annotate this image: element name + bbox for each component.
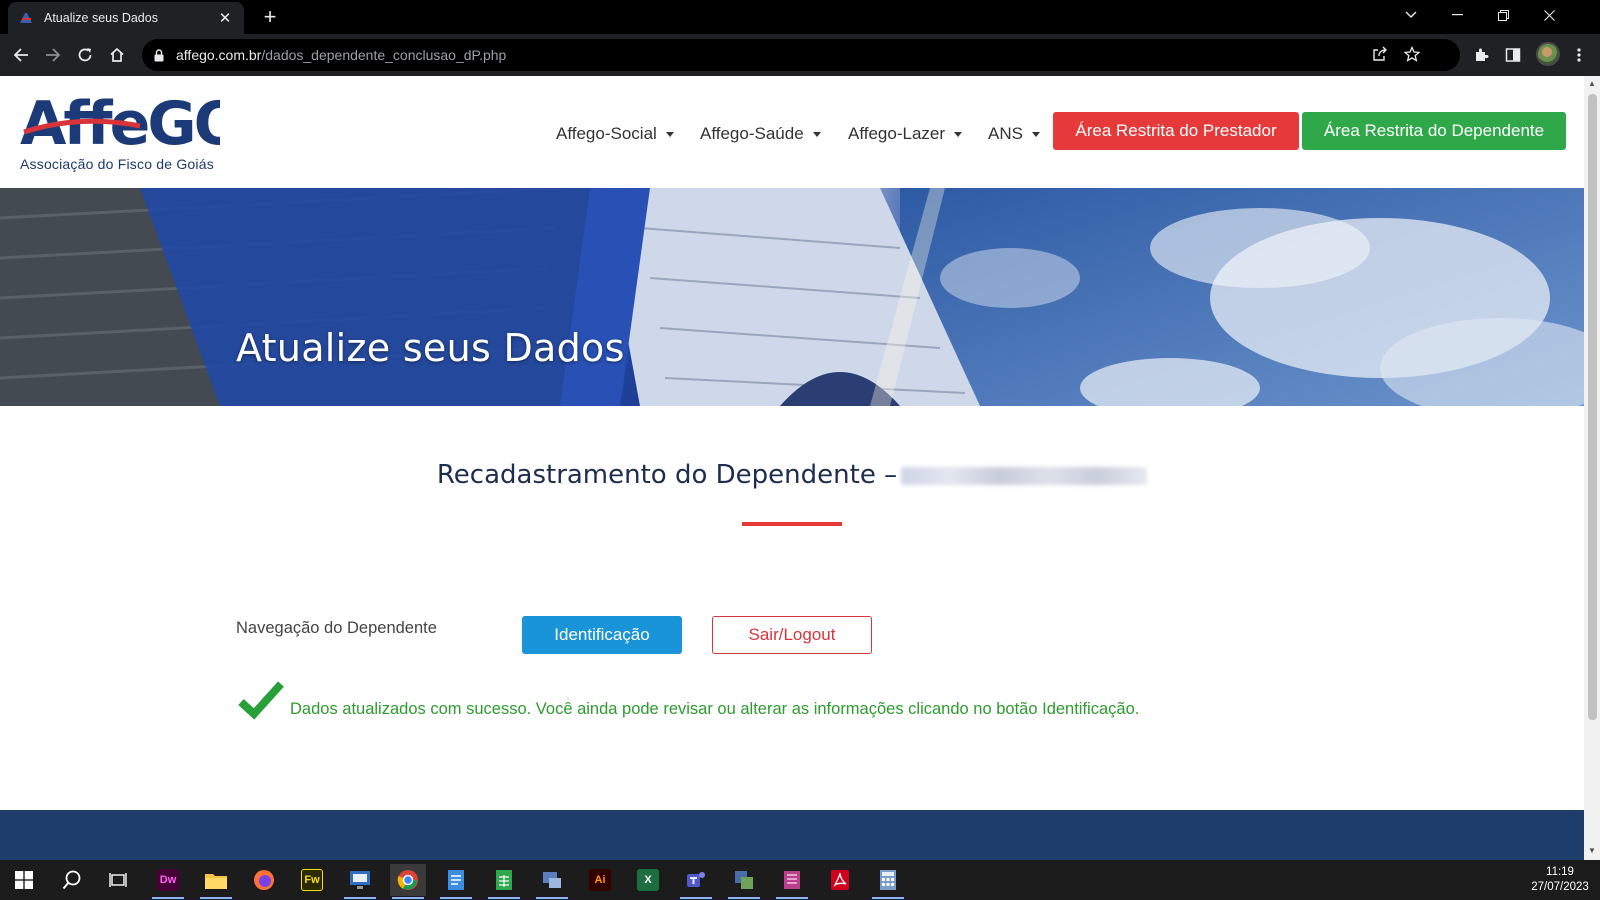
profile-avatar[interactable]	[1536, 42, 1560, 66]
running-indicator	[344, 897, 376, 899]
running-indicator	[200, 897, 232, 899]
tab-title: Atualize seus Dados	[44, 11, 158, 25]
section-title: Recadastramento do Dependente –	[0, 460, 1584, 490]
web-page: AffeGO Associação do Fisco de Goiás Affe…	[0, 76, 1584, 860]
extensions-icon[interactable]	[1470, 44, 1492, 66]
close-window-icon[interactable]	[1526, 0, 1572, 30]
redacted-name	[901, 466, 1148, 485]
acrobat-icon[interactable]	[822, 864, 858, 896]
menu-label: Affego-Saúde	[700, 124, 804, 143]
area-restrita-prestador-button[interactable]: Área Restrita do Prestador	[1053, 112, 1299, 150]
menu-label: ANS	[988, 124, 1023, 143]
share-icon[interactable]	[1372, 46, 1390, 64]
running-indicator	[152, 897, 184, 899]
dreamweaver-glyph: Dw	[157, 869, 179, 891]
firefox-icon[interactable]	[246, 864, 282, 896]
running-indicator	[680, 897, 712, 899]
browser-toolbar: affego.com.br/dados_dependente_conclusao…	[0, 34, 1600, 76]
banner-title: Atualize seus Dados	[236, 326, 625, 370]
caret-down-icon	[812, 131, 821, 137]
affego-logo[interactable]: AffeGO Associação do Fisco de Goiás	[20, 89, 245, 176]
running-indicator	[536, 897, 568, 899]
menu-affego-saude[interactable]: Affego-Saúde	[700, 124, 821, 144]
menu-affego-social[interactable]: Affego-Social	[556, 124, 674, 144]
lock-icon	[154, 48, 164, 62]
logo-subtitle: Associação do Fisco de Goiás	[20, 156, 214, 172]
nav-label: Navegação do Dependente	[236, 619, 437, 637]
network-app-icon[interactable]	[534, 864, 570, 899]
fireworks-glyph: Fw	[301, 869, 323, 891]
menu-ans[interactable]: ANS	[988, 124, 1040, 144]
search-icon[interactable]	[54, 864, 90, 896]
clock-time: 11:19	[1546, 866, 1574, 878]
section-title-text: Recadastramento do Dependente –	[436, 460, 898, 490]
excel-glyph: X	[637, 869, 659, 891]
archive-app-icon[interactable]	[774, 864, 810, 899]
page-scrollbar[interactable]: ▲ ▼	[1584, 76, 1600, 860]
area-restrita-dependente-button[interactable]: Área Restrita do Dependente	[1302, 112, 1566, 150]
running-indicator	[872, 897, 904, 899]
caret-down-icon	[665, 131, 674, 137]
remote-desktop-icon[interactable]	[342, 864, 378, 899]
logout-button[interactable]: Sair/Logout	[712, 616, 872, 654]
minimize-icon[interactable]	[1434, 0, 1480, 30]
url-host: affego.com.br	[176, 47, 262, 63]
chrome-icon[interactable]	[390, 864, 426, 899]
scroll-down-icon[interactable]: ▼	[1587, 846, 1597, 856]
browser-tab-active[interactable]: Atualize seus Dados ✕	[8, 2, 244, 34]
checkmark-icon	[238, 680, 284, 720]
more-menu-icon[interactable]	[1568, 44, 1590, 66]
excel-icon[interactable]: X	[630, 864, 666, 896]
caret-down-icon	[954, 131, 963, 137]
dreamweaver-icon[interactable]: Dw	[150, 864, 186, 899]
restore-icon[interactable]	[1480, 0, 1526, 30]
notepad-icon[interactable]	[438, 864, 474, 899]
browser-tab-bar: Atualize seus Dados ✕ +	[0, 0, 1600, 34]
menu-label: Affego-Lazer	[848, 124, 946, 143]
scroll-thumb[interactable]	[1588, 94, 1597, 720]
system-clock[interactable]: 11:19 27/07/2023	[1526, 865, 1594, 895]
task-view-icon[interactable]	[100, 864, 136, 896]
title-underline	[742, 522, 842, 526]
illustrator-glyph: Ai	[589, 869, 611, 891]
site-header: AffeGO Associação do Fisco de Goiás Affe…	[0, 76, 1584, 188]
tab-search-icon[interactable]	[1388, 0, 1434, 30]
fireworks-icon[interactable]: Fw	[294, 864, 330, 896]
banner-building-image	[0, 188, 1584, 406]
success-message: Dados atualizados com sucesso. Você aind…	[290, 700, 1140, 718]
calculator-icon[interactable]	[870, 864, 906, 899]
scroll-up-icon[interactable]: ▲	[1587, 79, 1597, 89]
site-favicon-icon	[18, 10, 34, 26]
hero-banner: Atualize seus Dados	[0, 188, 1584, 406]
running-indicator	[488, 897, 520, 899]
forward-icon[interactable]	[38, 40, 68, 70]
windows-taskbar: Dw Fw Ai X 11:19 27/07/2023	[0, 860, 1600, 900]
side-panel-icon[interactable]	[1502, 44, 1524, 66]
bookmark-star-icon[interactable]	[1403, 45, 1422, 64]
transfer-app-icon[interactable]	[726, 864, 762, 899]
new-tab-icon[interactable]: +	[256, 4, 284, 32]
affego-logo-mark: AffeGO	[20, 89, 245, 159]
menu-affego-lazer[interactable]: Affego-Lazer	[848, 124, 963, 144]
caret-down-icon	[1031, 131, 1040, 137]
tab-close-icon[interactable]: ✕	[216, 9, 234, 27]
reload-icon[interactable]	[70, 40, 100, 70]
windows-start-icon[interactable]	[6, 864, 42, 896]
spreadsheet-icon[interactable]	[486, 864, 522, 899]
teams-icon[interactable]	[678, 864, 714, 899]
running-indicator	[440, 897, 472, 899]
home-icon[interactable]	[102, 40, 132, 70]
running-indicator	[728, 897, 760, 899]
running-indicator	[776, 897, 808, 899]
back-icon[interactable]	[6, 40, 36, 70]
illustrator-icon[interactable]: Ai	[582, 864, 618, 896]
menu-label: Affego-Social	[556, 124, 657, 143]
identificacao-button[interactable]: Identificação	[522, 616, 682, 654]
address-bar[interactable]: affego.com.br/dados_dependente_conclusao…	[142, 39, 1460, 71]
file-explorer-icon[interactable]	[198, 864, 234, 899]
running-indicator	[392, 897, 424, 899]
site-footer	[0, 810, 1584, 860]
url-path: /dados_dependente_conclusao_dP.php	[261, 47, 507, 63]
clock-date: 27/07/2023	[1531, 881, 1589, 893]
